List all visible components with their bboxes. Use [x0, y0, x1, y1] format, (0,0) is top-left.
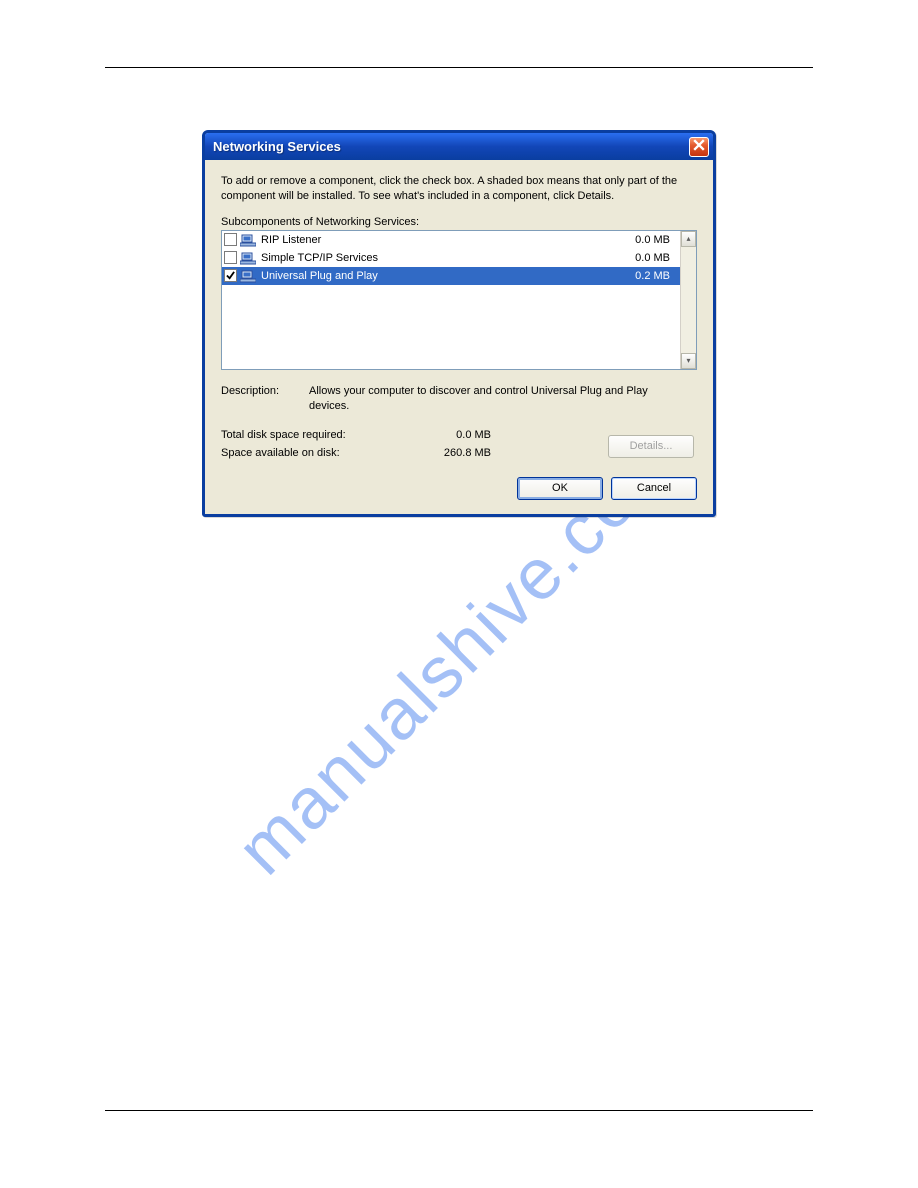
networking-services-dialog: Networking Services To add or remove a c… [202, 130, 716, 517]
subcomponents-listbox[interactable]: RIP Listener 0.0 MB Simple TCP/IP [221, 230, 697, 370]
avail-space-value: 260.8 MB [411, 445, 491, 463]
scrollbar[interactable]: ▴ ▾ [680, 231, 696, 369]
description-block: Description: Allows your computer to dis… [221, 384, 697, 414]
list-item-size: 0.0 MB [635, 234, 674, 246]
checkbox[interactable] [224, 233, 237, 246]
page-top-rule [105, 67, 813, 68]
cancel-button[interactable]: Cancel [611, 477, 697, 500]
network-service-icon [240, 232, 256, 248]
scroll-up-button[interactable]: ▴ [681, 231, 696, 247]
scroll-down-button[interactable]: ▾ [681, 353, 696, 369]
checkbox[interactable] [224, 251, 237, 264]
titlebar[interactable]: Networking Services [205, 133, 713, 160]
total-space-value: 0.0 MB [411, 427, 491, 445]
total-space-label: Total disk space required: [221, 427, 411, 445]
list-item-label: Simple TCP/IP Services [259, 252, 632, 264]
dialog-title: Networking Services [213, 139, 689, 154]
description-text: Allows your computer to discover and con… [309, 384, 697, 414]
list-item-label: Universal Plug and Play [259, 270, 632, 282]
close-button[interactable] [689, 137, 709, 157]
network-service-icon [240, 250, 256, 266]
dialog-button-row: OK Cancel [221, 477, 697, 500]
list-item-size: 0.2 MB [635, 270, 674, 282]
page-bottom-rule [105, 1110, 813, 1111]
scrollbar-track[interactable] [681, 247, 696, 353]
intro-text: To add or remove a component, click the … [221, 174, 697, 204]
list-item-rip-listener[interactable]: RIP Listener 0.0 MB [222, 231, 680, 249]
ok-button[interactable]: OK [517, 477, 603, 500]
avail-space-label: Space available on disk: [221, 445, 411, 463]
dialog-body: To add or remove a component, click the … [205, 160, 713, 514]
subcomponents-label: Subcomponents of Networking Services: [221, 216, 697, 228]
description-label: Description: [221, 384, 299, 414]
listbox-items: RIP Listener 0.0 MB Simple TCP/IP [222, 231, 680, 369]
chevron-up-icon: ▴ [686, 234, 690, 243]
list-item-upnp[interactable]: Universal Plug and Play 0.2 MB [222, 267, 680, 285]
chevron-down-icon: ▾ [686, 356, 690, 365]
details-button: Details... [608, 435, 694, 458]
list-item-simple-tcpip[interactable]: Simple TCP/IP Services 0.0 MB [222, 249, 680, 267]
close-icon [693, 139, 705, 154]
checkbox[interactable] [224, 269, 237, 282]
network-service-icon [240, 268, 256, 284]
list-item-size: 0.0 MB [635, 252, 674, 264]
list-item-label: RIP Listener [259, 234, 632, 246]
